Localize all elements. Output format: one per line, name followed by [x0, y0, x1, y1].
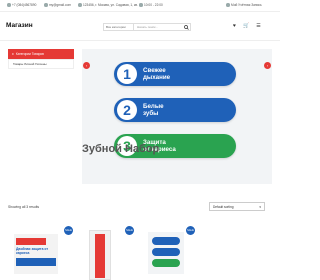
- banner-prev-arrow-icon[interactable]: ‹: [83, 62, 90, 69]
- account-link[interactable]: Мой Учётная Запись: [226, 3, 262, 7]
- hours-info: 10:00 - 22:00: [139, 3, 163, 7]
- benefit-number-1: 1: [117, 64, 137, 84]
- search-input[interactable]: Начать поиск...: [134, 25, 182, 29]
- banner-next-arrow-icon[interactable]: ›: [264, 62, 271, 69]
- address-text: 123456, г. Москва, ул. Садовая, 1, кв. 1: [83, 3, 141, 7]
- product-card-2[interactable]: SALE: [75, 220, 139, 280]
- category-item-label: Товары Личной Гигиены: [13, 62, 47, 66]
- search-bar: Все категории Начать поиск...: [103, 23, 191, 31]
- sort-label: Default sorting: [213, 204, 234, 209]
- benefit-text-2: Белые зубы: [143, 103, 164, 117]
- sort-select[interactable]: Default sorting ▾: [209, 202, 265, 211]
- product-card-3[interactable]: SALE: [142, 220, 206, 280]
- site-header: Магазин Все категории Начать поиск... ♥ …: [0, 13, 280, 41]
- banner-caption: Зубной Набор: [82, 143, 160, 155]
- product-1-pack: [16, 258, 56, 266]
- account-text: Мой Учётная Запись: [231, 3, 262, 7]
- product-3-pill-2: [152, 248, 180, 256]
- menu-icon[interactable]: ☰: [256, 23, 260, 29]
- product-1-brand-strip: [16, 238, 46, 245]
- product-3-pill-1: [152, 237, 180, 245]
- chevron-down-icon: ▾: [259, 204, 261, 209]
- search-icon: [183, 24, 189, 30]
- product-3-pill-3: [152, 259, 180, 267]
- address-info: 123456, г. Москва, ул. Садовая, 1, кв. 1: [78, 3, 141, 7]
- product-1-label: Двойная защита от кариеса: [16, 247, 49, 255]
- search-category-select[interactable]: Все категории: [104, 24, 134, 30]
- search-button[interactable]: [182, 24, 190, 30]
- category-item-hygiene[interactable]: Товары Личной Гигиены: [8, 59, 74, 69]
- hero-banner: 1 Свежее дыхание 2 Белые зубы 3 Защита о…: [82, 49, 272, 184]
- hamburger-icon: ≡: [12, 52, 14, 56]
- phone-icon: [7, 3, 11, 7]
- phone-contact[interactable]: +7 (084)4567890: [7, 3, 36, 7]
- banner-benefit-2: 2 Белые зубы: [114, 98, 236, 122]
- banner-benefit-1: 1 Свежее дыхание: [114, 62, 236, 86]
- mail-icon: [44, 3, 48, 7]
- email-contact[interactable]: my@gmail.com: [44, 3, 71, 7]
- search-category-label: Все категории: [106, 25, 126, 29]
- location-icon: [78, 3, 82, 7]
- categories-button-label: Категории Товаров: [15, 52, 44, 56]
- header-icons: ♥ 🛒 ☰: [233, 23, 261, 29]
- sale-badge-3: SALE: [186, 226, 195, 235]
- email-text: my@gmail.com: [49, 3, 72, 7]
- hours-text: 10:00 - 22:00: [144, 3, 163, 7]
- user-icon: [226, 3, 230, 7]
- phone-text: +7 (084)4567890: [12, 3, 37, 7]
- benefit-text-1: Свежее дыхание: [143, 67, 171, 81]
- wishlist-heart-icon[interactable]: ♥: [233, 23, 236, 29]
- top-bar: +7 (084)4567890 my@gmail.com 123456, г. …: [0, 0, 280, 12]
- sale-badge-2: SALE: [125, 226, 134, 235]
- result-count: Showing all 3 results: [8, 205, 40, 209]
- site-logo[interactable]: Магазин: [6, 22, 33, 29]
- product-2-brush: [95, 234, 105, 278]
- cart-icon[interactable]: 🛒: [243, 23, 249, 29]
- sale-badge-1: SALE: [64, 226, 73, 235]
- categories-button[interactable]: ≡ Категории Товаров: [8, 49, 74, 59]
- product-card-1[interactable]: Двойная защита от кариеса SALE: [8, 220, 73, 280]
- clock-icon: [139, 3, 143, 7]
- benefit-number-2: 2: [117, 100, 137, 120]
